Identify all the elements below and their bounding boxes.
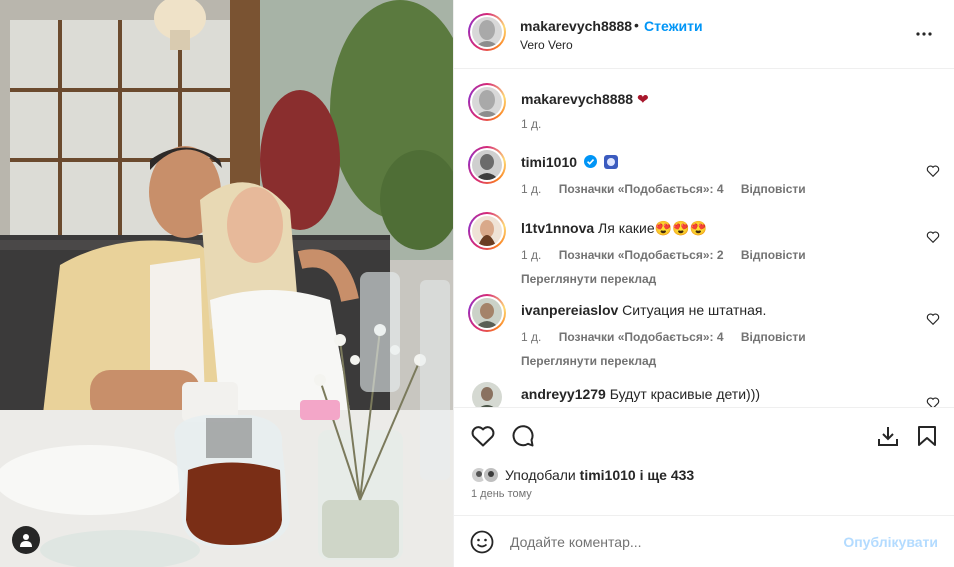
comment-username[interactable]: andreyy1279 — [521, 386, 606, 402]
liker-avatar[interactable] — [482, 466, 500, 484]
comment-text: Ля какие😍😍😍 — [598, 220, 707, 236]
publish-button[interactable]: Опублікувати — [843, 534, 938, 550]
comment-time[interactable]: 1 д. — [521, 248, 541, 262]
download-icon[interactable] — [875, 423, 901, 449]
verified-badge-icon — [583, 155, 597, 168]
user-tag-icon[interactable] — [12, 526, 40, 554]
comment-bubble-icon[interactable] — [510, 423, 536, 449]
commenter-avatar[interactable] — [468, 146, 506, 184]
comment-likes-count[interactable]: Позначки «Подобається»: 2 — [559, 248, 724, 262]
follow-button[interactable]: Стежити — [644, 18, 703, 34]
post-actions: Уподобали timi1010 і ще 433 1 день тому — [454, 407, 954, 523]
author-avatar[interactable] — [468, 13, 506, 51]
comment-username[interactable]: ivanpereiaslov — [521, 302, 618, 318]
likes-others-link[interactable]: і ще 433 — [640, 467, 695, 483]
comment-username[interactable]: l1tv1nnova — [521, 220, 594, 236]
likes-summary: Уподобали timi1010 і ще 433 — [470, 464, 694, 486]
comment-text: Будут красивые дети))) — [609, 386, 761, 402]
see-translation-link[interactable]: Переглянути переклад — [521, 272, 656, 286]
likes-prefix: Уподобали — [505, 467, 576, 483]
commenter-avatar[interactable] — [468, 212, 506, 250]
post-subtitle[interactable]: Vero Vero — [520, 38, 573, 52]
bookmark-icon[interactable] — [914, 423, 940, 449]
likes-user-link[interactable]: timi1010 — [580, 467, 636, 483]
post-header: makarevych8888 • Стежити Vero Vero — [454, 0, 954, 69]
add-comment-bar: Опублікувати — [454, 515, 954, 567]
commenter-avatar[interactable] — [468, 294, 506, 332]
comment-username[interactable]: timi1010 — [521, 154, 577, 170]
comment-text: Ситуация не штатная. — [622, 302, 767, 318]
see-translation-link[interactable]: Переглянути переклад — [521, 354, 656, 368]
more-horizontal-icon[interactable] — [914, 24, 934, 44]
commenter-avatar[interactable] — [472, 382, 502, 407]
emoji-sticker-icon — [603, 155, 618, 169]
comment-likes-count[interactable]: Позначки «Подобається»: 4 — [559, 330, 724, 344]
heart-outline-icon[interactable] — [470, 423, 496, 449]
heart-outline-icon[interactable] — [926, 312, 940, 326]
reply-button[interactable]: Відповісти — [741, 248, 806, 262]
comment-input[interactable] — [510, 530, 830, 554]
post-details-panel: makarevych8888 • Стежити Vero Vero makar… — [453, 0, 954, 567]
comments-list[interactable]: makarevych8888 ❤ 1 д. timi1010 1 д. Позн… — [454, 70, 954, 407]
post-image — [0, 0, 453, 567]
comment-time[interactable]: 1 д. — [521, 330, 541, 344]
caption-text: ❤ — [637, 91, 649, 107]
heart-outline-icon[interactable] — [926, 230, 940, 244]
reply-button[interactable]: Відповісти — [741, 330, 806, 344]
separator-dot: • — [634, 17, 639, 33]
caption-time[interactable]: 1 д. — [521, 117, 541, 131]
post-photo[interactable] — [0, 0, 453, 567]
caption-avatar[interactable] — [468, 83, 506, 121]
reply-button[interactable]: Відповісти — [741, 182, 806, 196]
post-timestamp[interactable]: 1 день тому — [471, 488, 532, 500]
comment-likes-count[interactable]: Позначки «Подобається»: 4 — [559, 182, 724, 196]
caption-username[interactable]: makarevych8888 — [521, 91, 633, 107]
smiley-icon[interactable] — [470, 530, 494, 554]
author-username[interactable]: makarevych8888 — [520, 18, 632, 34]
heart-outline-icon[interactable] — [926, 164, 940, 178]
comment-time[interactable]: 1 д. — [521, 182, 541, 196]
heart-outline-icon[interactable] — [926, 396, 940, 407]
